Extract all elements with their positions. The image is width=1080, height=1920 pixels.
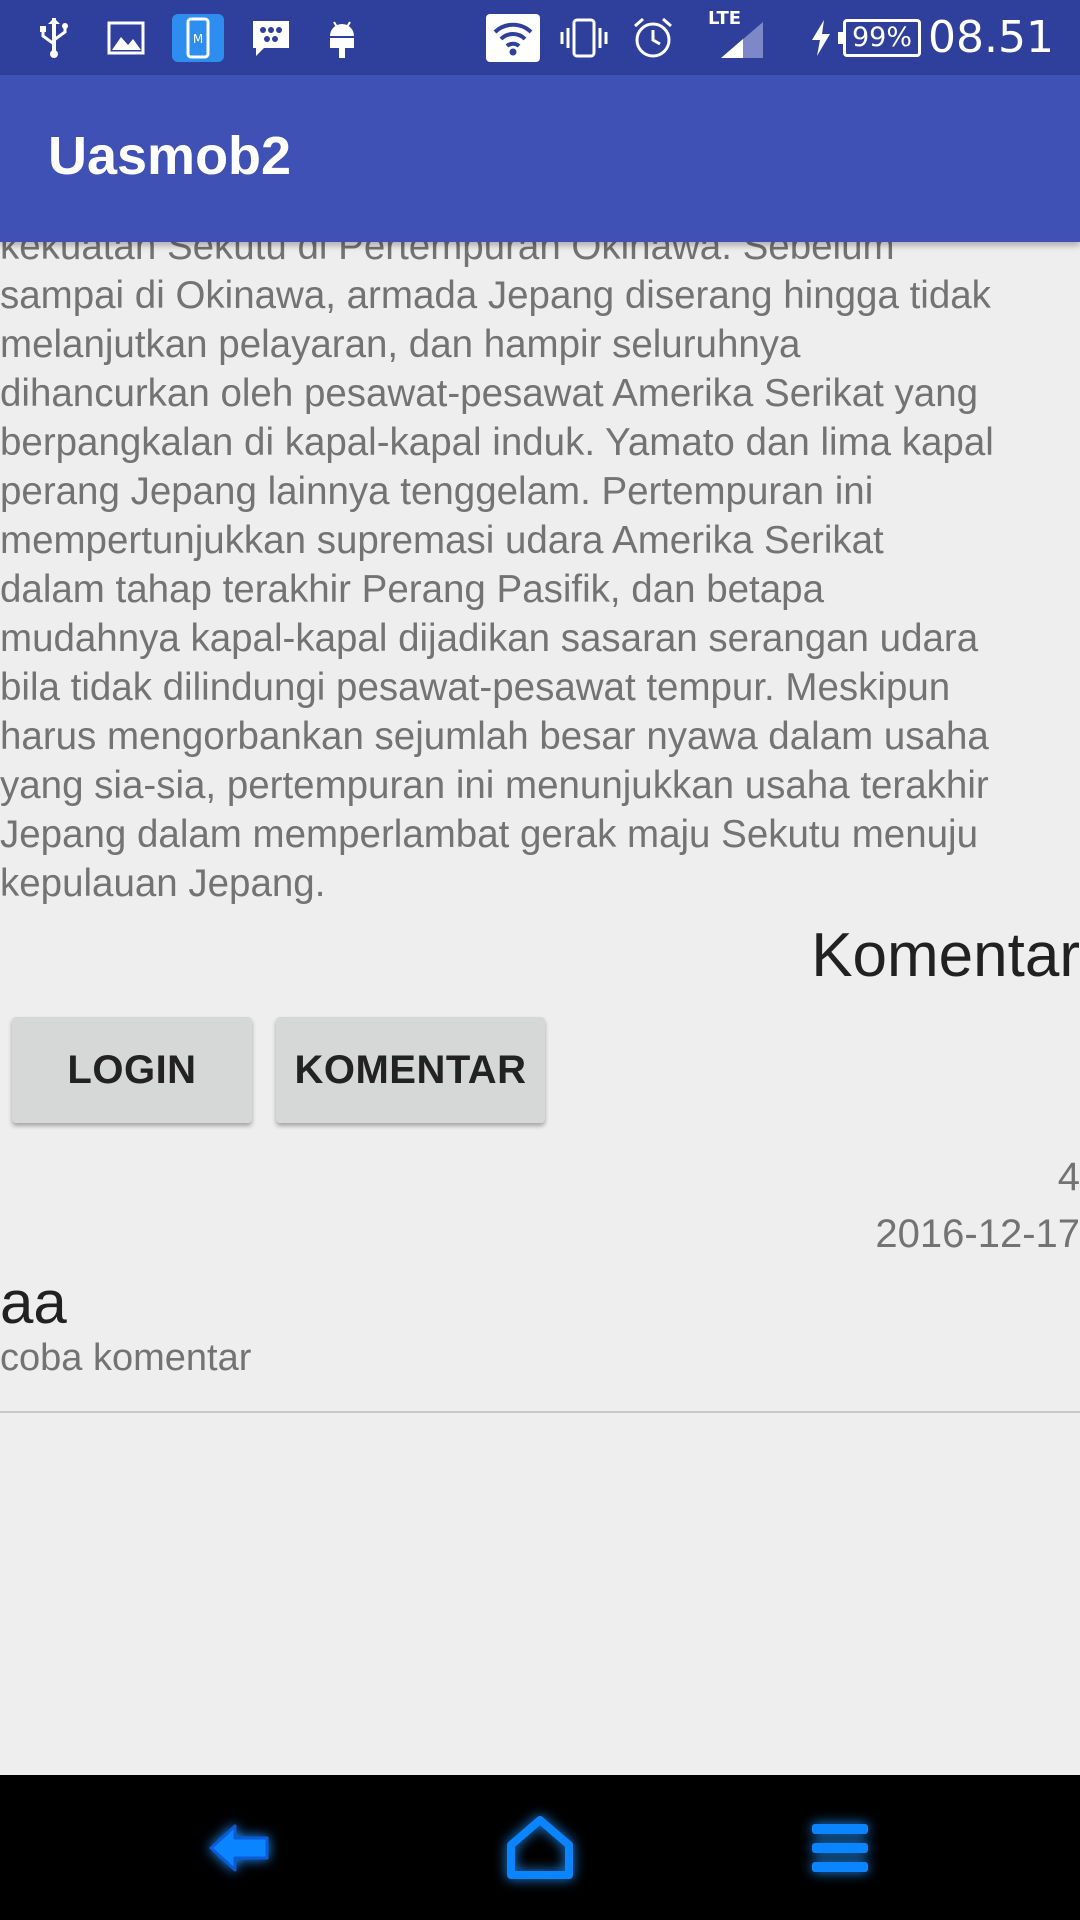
comment-author: aa	[0, 1269, 67, 1336]
android-icon	[322, 14, 362, 62]
signal-icon	[716, 14, 768, 62]
article-line: Jepang dalam memperlambat gerak maju Sek…	[0, 813, 978, 856]
komentar-button[interactable]: KOMENTAR	[276, 1017, 545, 1123]
gallery-icon	[104, 14, 148, 62]
navigation-bar	[0, 1775, 1080, 1920]
comment-divider	[0, 1411, 1080, 1413]
status-time: 08.51	[928, 12, 1054, 63]
home-icon[interactable]	[495, 1803, 585, 1893]
article-line: dalam tahap terakhir Perang Pasifik, dan…	[0, 568, 824, 611]
login-button[interactable]: LOGIN	[12, 1017, 252, 1123]
article-text: kekuatan Sekutu di Pertempuran Okinawa. …	[0, 222, 1080, 908]
article-line: mudahnya kapal-kapal dijadikan sasaran s…	[0, 617, 979, 660]
comment-date: 2016-12-17	[875, 1212, 1080, 1256]
article-line: berpangkalan di kapal-kapal induk. Yamat…	[0, 421, 994, 464]
comments-heading: Komentar	[811, 921, 1080, 990]
content-scroll[interactable]: kekuatan Sekutu di Pertempuran Okinawa. …	[0, 200, 1080, 1775]
comment-id: 4	[1057, 1155, 1080, 1199]
usb-icon	[32, 14, 76, 62]
charging-icon	[806, 14, 836, 62]
comment-body: coba komentar	[0, 1337, 252, 1379]
screen: M LTE 99% 08.51 Uasmob2 kekuatan Sekutu …	[0, 0, 1080, 1920]
status-bar: M LTE 99% 08.51	[0, 0, 1080, 75]
bbm-icon	[248, 14, 294, 62]
app-bar: Uasmob2	[0, 75, 1080, 242]
article-line: melanjutkan pelayaran, dan hampir seluru…	[0, 323, 801, 366]
article-line: dihancurkan oleh pesawat-pesawat Amerika…	[0, 372, 979, 415]
app-title: Uasmob2	[48, 126, 292, 186]
article-line: yang sia-sia, pertempuran ini menunjukka…	[0, 764, 989, 807]
wifi-icon	[486, 14, 540, 62]
menu-icon[interactable]	[795, 1803, 885, 1893]
article-line: harus mengorbankan sejumlah besar nyawa …	[0, 715, 989, 758]
alarm-icon	[630, 14, 676, 62]
article-line: bila tidak dilindungi pesawat-pesawat te…	[0, 666, 951, 709]
battery-icon: 99%	[838, 19, 921, 57]
article-line: sampai di Okinawa, armada Jepang diseran…	[0, 274, 991, 317]
article-line: perang Jepang lainnya tenggelam. Pertemp…	[0, 470, 874, 513]
vibrate-icon	[556, 14, 612, 62]
mobile-app-icon: M	[172, 14, 224, 62]
back-icon[interactable]	[195, 1803, 285, 1893]
article-line: kepulauan Jepang.	[0, 862, 326, 905]
svg-text:M: M	[193, 32, 203, 46]
article-line: mempertunjukkan supremasi udara Amerika …	[0, 519, 884, 562]
